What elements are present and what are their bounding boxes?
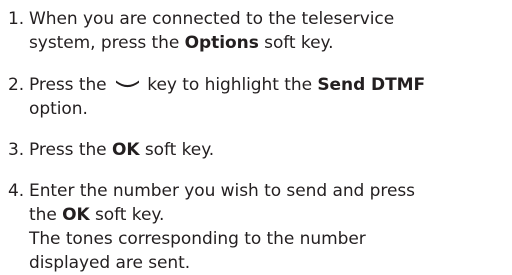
step-text-plain: soft key. xyxy=(89,205,165,225)
step-text: Press the OK soft key. xyxy=(29,138,214,162)
step-number: 2. xyxy=(8,75,25,95)
step-text-plain: Press the xyxy=(29,75,112,95)
ok-soft-key-label: OK xyxy=(62,205,90,225)
step-text: Enter the number you wish to send and pr… xyxy=(29,179,415,275)
step-text-plain: soft key. xyxy=(258,33,334,53)
step-line: the OK soft key. xyxy=(29,203,415,227)
step-text-plain: Press the xyxy=(29,140,112,160)
step-line: Enter the number you wish to send and pr… xyxy=(29,181,415,201)
step-text-plain: the xyxy=(29,205,63,225)
step-text-plain: soft key. xyxy=(139,140,215,160)
step-number: 1. xyxy=(8,9,25,29)
ok-soft-key-label: OK xyxy=(111,140,140,160)
step-line: system, press the Options soft key. xyxy=(29,31,394,55)
step-line: The tones corresponding to the number xyxy=(29,229,366,249)
step-line: Press the key to highlight the Send DTMF xyxy=(29,73,425,97)
step-number: 3. xyxy=(8,140,25,160)
down-navigation-key-icon xyxy=(115,80,139,88)
step-text: When you are connected to the teleservic… xyxy=(29,7,394,55)
step-text-plain: key to highlight the xyxy=(141,75,318,95)
step-text: Press the key to highlight the Send DTMF… xyxy=(29,73,425,121)
step-line: option. xyxy=(29,99,88,119)
step-number: 4. xyxy=(8,181,25,201)
send-dtmf-option-label: Send DTMF xyxy=(317,75,426,95)
step-text-plain: system, press the xyxy=(29,33,185,53)
step-line: When you are connected to the teleservic… xyxy=(29,9,395,29)
step-line: Press the OK soft key. xyxy=(29,138,214,162)
options-soft-key-label: Options xyxy=(184,33,259,53)
step-line: displayed are sent. xyxy=(29,253,191,273)
